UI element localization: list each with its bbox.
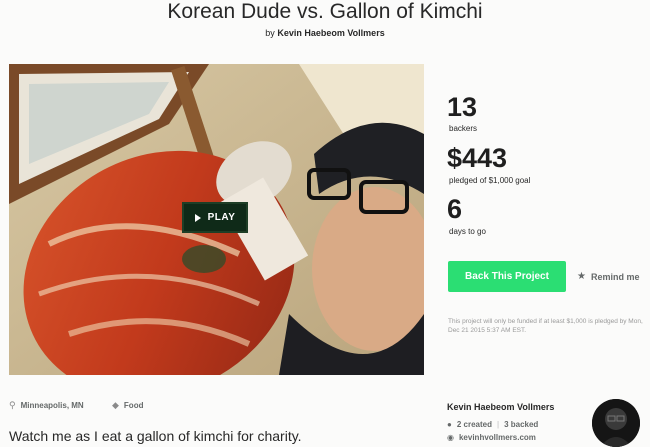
website-link[interactable]: kevinhvollmers.com [459, 433, 536, 442]
person-icon: ● [447, 420, 452, 429]
category-link[interactable]: ◆ Food [112, 400, 143, 411]
creator-card-name[interactable]: Kevin Haebeom Vollmers [447, 402, 554, 412]
project-blurb: Watch me as I eat a gallon of kimchi for… [9, 428, 302, 444]
remind-me-button[interactable]: ★ Remind me [577, 271, 639, 282]
location-pin-icon: ⚲ [9, 400, 16, 410]
avatar-image [592, 399, 640, 447]
category-label: Food [123, 401, 144, 410]
divider: | [496, 420, 500, 429]
project-title: Korean Dude vs. Gallon of Kimchi [167, 0, 483, 23]
creator-link[interactable]: Kevin Haebeom Vollmers [277, 28, 384, 38]
backers-label: backers [449, 124, 478, 133]
location-label: Minneapolis, MN [20, 401, 84, 410]
play-label: PLAY [207, 212, 236, 223]
created-count[interactable]: 2 created [457, 420, 492, 429]
creator-website[interactable]: ◉ kevinhvollmers.com [447, 433, 536, 442]
play-icon [194, 213, 201, 222]
pledged-label: pledged of $1,000 goal [449, 176, 531, 185]
globe-icon: ◉ [447, 433, 454, 442]
backers-count: 13 [447, 92, 478, 122]
days-label: days to go [449, 227, 486, 236]
backed-count[interactable]: 3 backed [504, 420, 538, 429]
play-button[interactable]: PLAY [182, 202, 248, 233]
pledged-amount: $443 [447, 143, 508, 173]
remind-label: Remind me [590, 271, 640, 282]
byline: by Kevin Haebeom Vollmers [0, 28, 650, 38]
byline-prefix: by [265, 28, 275, 38]
funding-note: This project will only be funded if at l… [448, 318, 643, 334]
star-icon: ★ [577, 271, 586, 282]
project-video[interactable]: PLAY [9, 64, 424, 375]
tag-icon: ◆ [112, 400, 119, 410]
creator-stats: ● 2 created | 3 backed [447, 420, 538, 429]
creator-avatar[interactable] [592, 399, 640, 447]
back-project-button[interactable]: Back This Project [448, 261, 566, 292]
location-link[interactable]: ⚲ Minneapolis, MN [9, 400, 84, 411]
days-count: 6 [447, 194, 463, 224]
